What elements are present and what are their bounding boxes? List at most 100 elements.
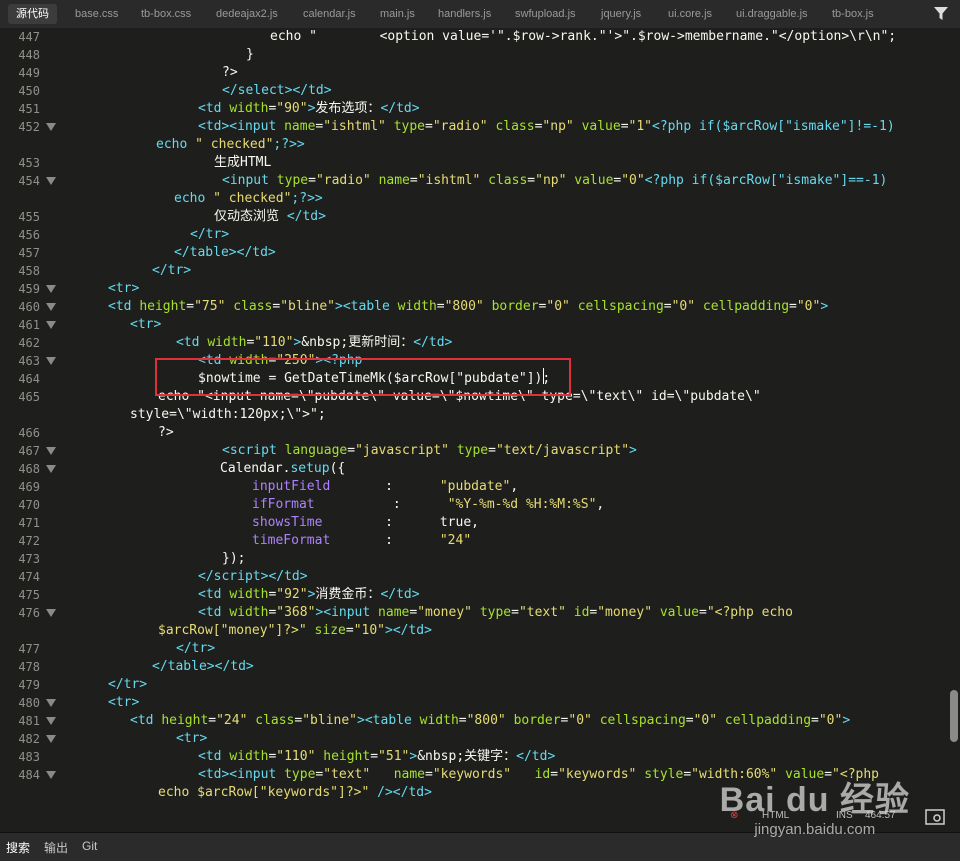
line-number: 456 [18,228,40,242]
tab-main-js[interactable]: main.js [380,0,415,28]
code-text[interactable]: 生成HTML [214,154,271,172]
line-number: 455 [18,210,40,224]
code-text[interactable]: style=\"width:120px;\">"; [130,406,326,424]
code-text[interactable]: <td height="24" class="bline"><table wid… [130,712,850,730]
code-text[interactable]: <td width="90">发布选项：</td> [198,100,420,118]
tab-tb-box-css[interactable]: tb-box.css [141,0,191,28]
line-number: 474 [18,570,40,584]
fold-arrow-icon[interactable] [46,771,56,779]
code-text[interactable]: </table></td> [174,244,276,262]
code-text[interactable]: </table></td> [152,658,254,676]
code-text[interactable]: </tr> [152,262,191,280]
line-number: 484 [18,768,40,782]
code-text[interactable]: <td width="110">&nbsp;更新时间：</td> [176,334,452,352]
line-number: 463 [18,354,40,368]
line-number: 454 [18,174,40,188]
line-number: 450 [18,84,40,98]
code-text[interactable]: <tr> [108,694,139,712]
vertical-scrollbar[interactable] [950,690,958,742]
code-text[interactable]: 仅动态浏览 </td> [214,208,326,226]
code-text[interactable]: }); [222,550,245,568]
tab-source-code[interactable]: 源代码 [8,4,57,24]
line-number: 461 [18,318,40,332]
code-text[interactable]: Calendar.setup({ [220,460,345,478]
fold-arrow-icon[interactable] [46,699,56,707]
code-text[interactable]: echo " checked";?>> [156,136,305,154]
code-text[interactable]: timeFormat : "24" [252,532,471,550]
line-number: 481 [18,714,40,728]
tab-search[interactable]: 搜索 [6,839,30,856]
code-text[interactable]: } [246,46,254,64]
line-number: 482 [18,732,40,746]
tab-tb-box-js[interactable]: tb-box.js [832,0,874,28]
fold-arrow-icon[interactable] [46,447,56,455]
fold-arrow-icon[interactable] [46,285,56,293]
line-number: 462 [18,336,40,350]
fold-arrow-icon[interactable] [46,609,56,617]
tab-dedeajax2-js[interactable]: dedeajax2.js [216,0,278,28]
tab-swfupload-js[interactable]: swfupload.js [515,0,576,28]
line-number: 466 [18,426,40,440]
fold-arrow-icon[interactable] [46,177,56,185]
code-text[interactable]: ?> [158,424,174,442]
tab-git[interactable]: Git [82,839,97,853]
tab-ui-draggable-js[interactable]: ui.draggable.js [736,0,808,28]
fold-arrow-icon[interactable] [46,123,56,131]
code-text[interactable]: echo $arcRow["keywords"]?>" /></td> [158,784,432,802]
code-text[interactable]: <input type="radio" name="ishtml" class=… [222,172,887,190]
code-text[interactable]: </script></td> [198,568,308,586]
code-text[interactable]: <td width="368"><input name="money" type… [198,604,793,622]
code-text[interactable]: echo " checked";?>> [174,190,323,208]
line-number: 470 [18,498,40,512]
fold-arrow-icon[interactable] [46,303,56,311]
tab-calendar-js[interactable]: calendar.js [303,0,356,28]
line-number: 471 [18,516,40,530]
code-editor[interactable]: 447 echo " <option value='".$row->rank."'… [0,28,960,802]
code-text[interactable]: <script language="javascript" type="text… [222,442,637,460]
code-text[interactable]: </tr> [176,640,215,658]
code-text[interactable]: $arcRow["money"]?>" size="10"></td> [158,622,432,640]
tab-ui-core-js[interactable]: ui.core.js [668,0,712,28]
line-number: 451 [18,102,40,116]
code-text[interactable]: <td><input name="ishtml" type="radio" cl… [198,118,895,136]
line-number: 475 [18,588,40,602]
tab-handlers-js[interactable]: handlers.js [438,0,491,28]
line-number: 473 [18,552,40,566]
line-number: 448 [18,48,40,62]
line-number: 472 [18,534,40,548]
code-text[interactable]: <td width="92">消费金币：</td> [198,586,420,604]
tab-output[interactable]: 输出 [44,839,68,856]
line-number: 453 [18,156,40,170]
code-text[interactable]: ifFormat : "%Y-%m-%d %H:%M:%S", [252,496,604,514]
watermark: Bai du 经验 jingyan.baidu.com [720,772,910,838]
code-text[interactable]: </tr> [108,676,147,694]
code-text[interactable]: <tr> [130,316,161,334]
fold-arrow-icon[interactable] [46,321,56,329]
line-number: 476 [18,606,40,620]
code-text[interactable]: ?> [222,64,238,82]
code-text[interactable]: <td height="75" class="bline"><table wid… [108,298,828,316]
code-text[interactable]: <tr> [108,280,139,298]
line-number: 457 [18,246,40,260]
code-text[interactable]: <td width="110" height="51">&nbsp;关键字：</… [198,748,555,766]
tab-base-css[interactable]: base.css [75,0,118,28]
preview-icon[interactable] [925,809,945,825]
fold-arrow-icon[interactable] [46,465,56,473]
line-number: 464 [18,372,40,386]
line-number: 468 [18,462,40,476]
filter-icon[interactable] [934,7,948,21]
fold-arrow-icon[interactable] [46,717,56,725]
line-number: 459 [18,282,40,296]
code-text[interactable]: echo " <option value='".$row->rank."'>".… [270,28,896,46]
code-text[interactable]: inputField : "pubdate", [252,478,518,496]
code-text[interactable]: </select></td> [222,82,332,100]
code-text[interactable]: <tr> [176,730,207,748]
tab-jquery-js[interactable]: jquery.js [601,0,641,28]
line-number: 460 [18,300,40,314]
line-number: 480 [18,696,40,710]
fold-arrow-icon[interactable] [46,357,56,365]
code-text[interactable]: showsTime : true, [252,514,479,532]
fold-arrow-icon[interactable] [46,735,56,743]
code-text[interactable]: </tr> [190,226,229,244]
watermark-url: jingyan.baidu.com [754,821,876,838]
